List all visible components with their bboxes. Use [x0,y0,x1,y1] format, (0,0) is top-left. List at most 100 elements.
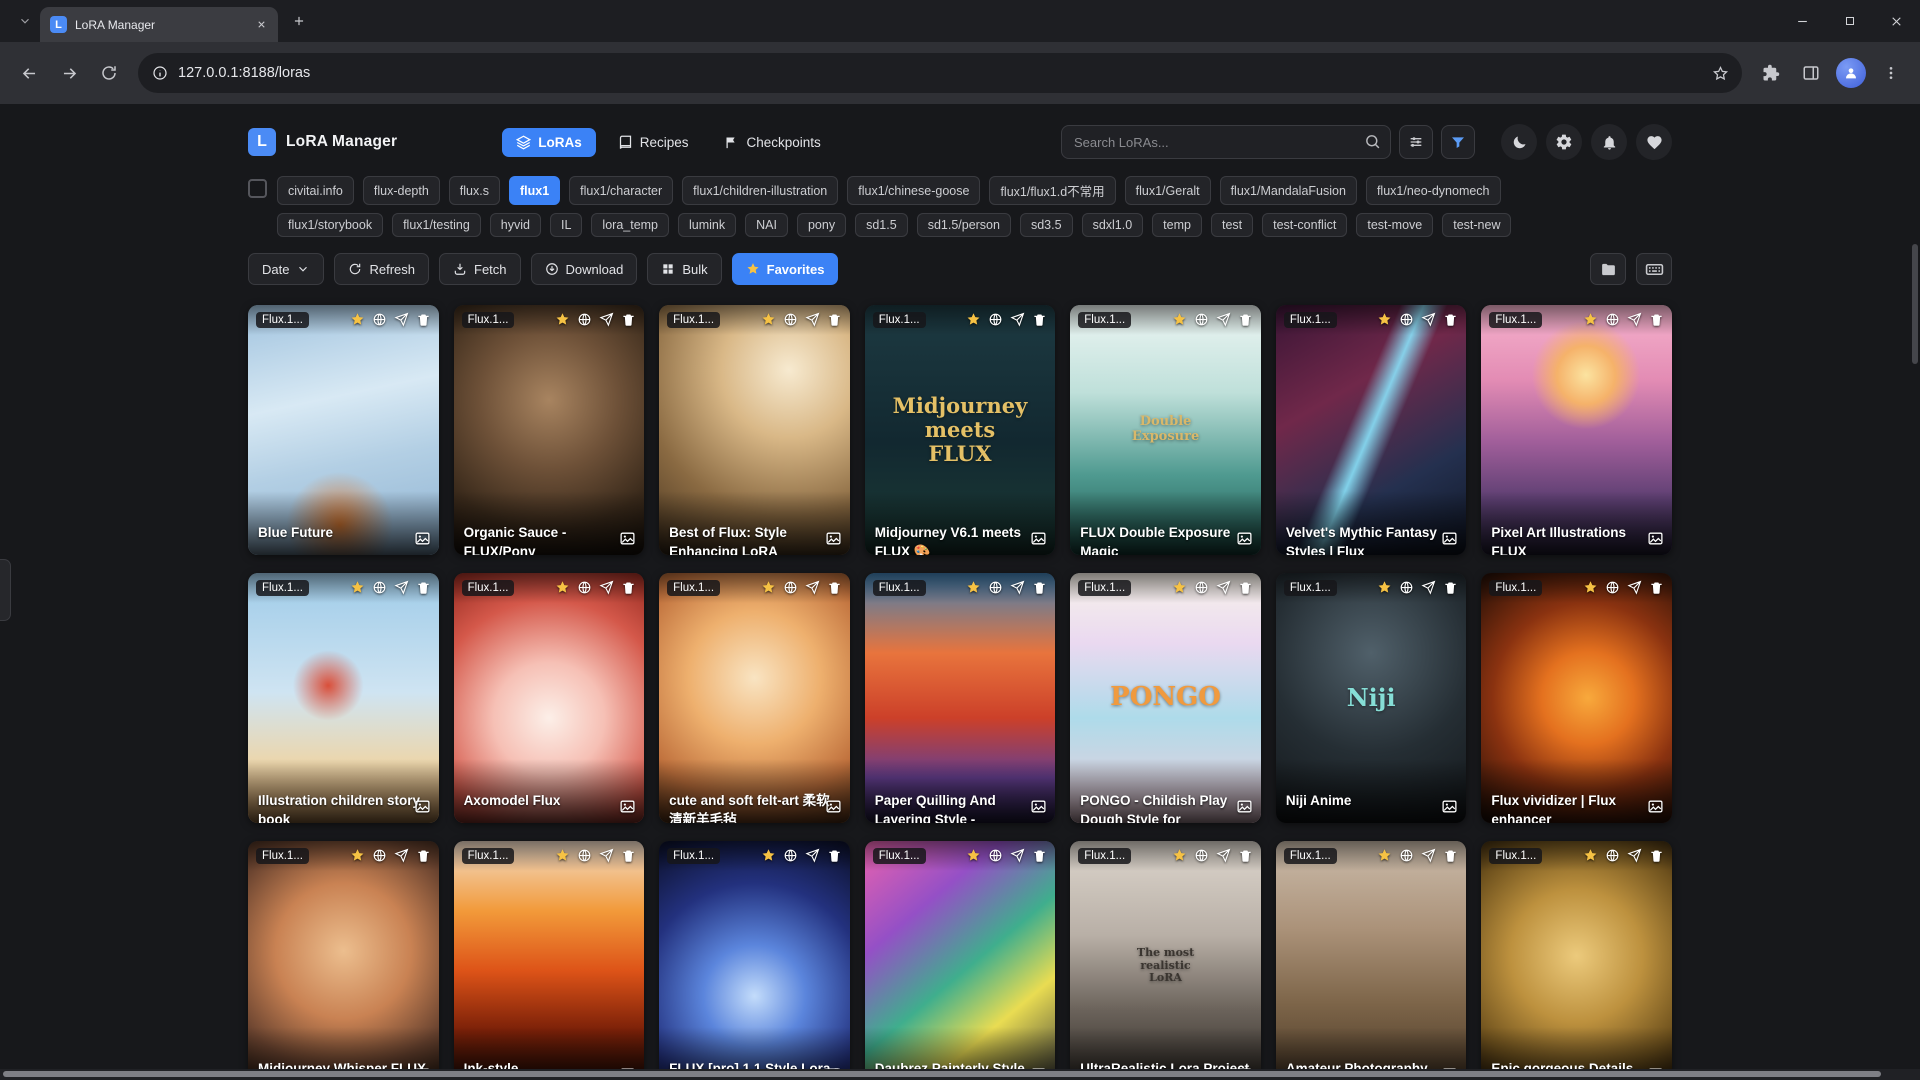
favorite-star-icon[interactable] [555,580,570,595]
close-button[interactable] [1873,0,1920,42]
delete-icon[interactable] [1443,848,1458,863]
tag-test-move[interactable]: test-move [1356,213,1433,237]
lora-card[interactable]: Flux.1... Ink-style [454,841,645,1080]
delete-icon[interactable] [1649,848,1664,863]
image-icon[interactable] [414,530,431,547]
tag-lumink[interactable]: lumink [678,213,736,237]
delete-icon[interactable] [416,312,431,327]
lora-card[interactable]: Flux.1... Velvet's Mythic Fantasy Styles… [1276,305,1467,555]
image-icon[interactable] [1647,530,1664,547]
send-icon[interactable] [1216,848,1231,863]
tag-NAI[interactable]: NAI [745,213,788,237]
image-icon[interactable] [1236,798,1253,815]
globe-icon[interactable] [988,848,1003,863]
send-icon[interactable] [1010,580,1025,595]
globe-icon[interactable] [1605,312,1620,327]
send-icon[interactable] [1421,580,1436,595]
favorite-star-icon[interactable] [1583,312,1598,327]
bulk-button[interactable]: Bulk [647,253,721,285]
delete-icon[interactable] [1032,580,1047,595]
lora-card[interactable]: Flux.1... FLUX [pro] 1.1 Style Lora - Ex… [659,841,850,1080]
image-icon[interactable] [1441,530,1458,547]
site-info-icon[interactable] [152,65,168,81]
tag-flux1/children-illustration[interactable]: flux1/children-illustration [682,176,838,205]
tab-search-button[interactable] [10,4,40,38]
tag-IL[interactable]: IL [550,213,582,237]
sort-dropdown[interactable]: Date [248,253,324,285]
tag-flux.s[interactable]: flux.s [449,176,500,205]
lora-card[interactable]: PONGO Flux.1... PONGO - Childish Play Do… [1070,573,1261,823]
delete-icon[interactable] [416,848,431,863]
favorite-star-icon[interactable] [1583,580,1598,595]
delete-icon[interactable] [1238,848,1253,863]
send-icon[interactable] [394,312,409,327]
delete-icon[interactable] [1238,580,1253,595]
delete-icon[interactable] [1443,580,1458,595]
tag-flux1/storybook[interactable]: flux1/storybook [277,213,383,237]
fetch-button[interactable]: Fetch [439,253,521,285]
favorite-star-icon[interactable] [1172,580,1187,595]
globe-icon[interactable] [1194,312,1209,327]
image-icon[interactable] [1030,798,1047,815]
favorite-star-icon[interactable] [350,580,365,595]
horizontal-scrollbar[interactable] [3,1071,1881,1077]
send-icon[interactable] [599,312,614,327]
send-icon[interactable] [1216,580,1231,595]
globe-icon[interactable] [1605,580,1620,595]
lora-card[interactable]: The most realistic LoRA Flux.1... UltraR… [1070,841,1261,1080]
image-icon[interactable] [1030,530,1047,547]
tag-temp[interactable]: temp [1152,213,1202,237]
notifications-button[interactable] [1591,124,1627,160]
select-all-checkbox[interactable] [248,179,267,198]
reload-button[interactable] [90,54,128,92]
send-icon[interactable] [1627,848,1642,863]
delete-icon[interactable] [1443,312,1458,327]
delete-icon[interactable] [1032,848,1047,863]
sort-options-button[interactable] [1399,125,1433,159]
favorite-star-icon[interactable] [966,580,981,595]
vertical-scrollbar[interactable] [1912,244,1918,364]
favorite-star-icon[interactable] [1377,580,1392,595]
address-bar[interactable]: 127.0.0.1:8188/loras [138,53,1742,93]
lora-card[interactable]: Flux.1... Flux vividizer | Flux enhancer [1481,573,1672,823]
favorite-star-icon[interactable] [966,312,981,327]
send-icon[interactable] [599,848,614,863]
favorite-star-icon[interactable] [1583,848,1598,863]
side-panel-icon[interactable] [1792,54,1830,92]
extensions-puzzle-icon[interactable] [1752,54,1790,92]
image-icon[interactable] [1441,798,1458,815]
tag-sdxl1.0[interactable]: sdxl1.0 [1082,213,1144,237]
support-button[interactable] [1636,124,1672,160]
image-icon[interactable] [825,530,842,547]
lora-card[interactable]: Flux.1... Midjourney Whisper FLUX LoRA [248,841,439,1080]
refresh-button[interactable]: Refresh [334,253,429,285]
tag-flux1/MandalaFusion[interactable]: flux1/MandalaFusion [1220,176,1357,205]
tab-recipes[interactable]: Recipes [604,128,703,157]
new-tab-button[interactable] [284,6,314,36]
globe-icon[interactable] [783,848,798,863]
image-icon[interactable] [619,530,636,547]
favorite-star-icon[interactable] [761,580,776,595]
tab-checkpoints[interactable]: Checkpoints [710,128,834,157]
send-icon[interactable] [599,580,614,595]
tag-sd3.5[interactable]: sd3.5 [1020,213,1073,237]
favorite-star-icon[interactable] [1172,848,1187,863]
favorite-star-icon[interactable] [555,848,570,863]
tag-flux1/character[interactable]: flux1/character [569,176,673,205]
lora-card[interactable]: Niji Flux.1... Niji Anime [1276,573,1467,823]
globe-icon[interactable] [1194,580,1209,595]
browser-tab[interactable]: L LoRA Manager [40,7,278,42]
delete-icon[interactable] [827,580,842,595]
image-icon[interactable] [414,798,431,815]
filter-button[interactable] [1441,125,1475,159]
lora-card[interactable]: Flux.1... Best of Flux: Style Enhancing … [659,305,850,555]
send-icon[interactable] [1627,312,1642,327]
favorite-star-icon[interactable] [761,312,776,327]
lora-card[interactable]: Double Exposure Flux.1... FLUX Double Ex… [1070,305,1261,555]
favorite-star-icon[interactable] [350,848,365,863]
tag-test[interactable]: test [1211,213,1253,237]
tag-test-new[interactable]: test-new [1442,213,1511,237]
globe-icon[interactable] [577,312,592,327]
minimize-button[interactable] [1779,0,1826,42]
tag-civitai.info[interactable]: civitai.info [277,176,354,205]
